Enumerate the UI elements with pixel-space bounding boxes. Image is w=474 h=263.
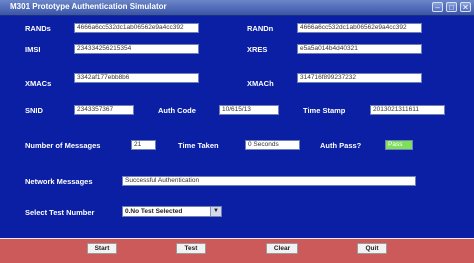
authcode-label: Auth Code: [158, 106, 196, 115]
network-messages-field[interactable]: Successful Authentication: [122, 176, 416, 186]
test-button[interactable]: Test: [176, 243, 206, 254]
window-title: M301 Prototype Authentication Simulator: [10, 2, 167, 11]
xmach-field[interactable]: 314716f899237232: [297, 73, 422, 83]
close-icon[interactable]: ✕: [460, 2, 471, 12]
nummsg-label: Number of Messages: [25, 141, 101, 150]
xres-label: XRES: [247, 45, 268, 54]
xmach-label: XMACh: [247, 79, 274, 88]
xres-field[interactable]: e5a5a014b4d40321: [297, 44, 422, 54]
test-number-select[interactable]: 0.No Test Selected ▼: [122, 206, 222, 217]
authpass-label: Auth Pass?: [320, 141, 362, 150]
xmacs-label: XMACs: [25, 79, 52, 88]
randn-field[interactable]: 4666a6cc532dc1ab06562e9a4cc392: [297, 23, 422, 33]
randn-label: RANDn: [247, 24, 274, 33]
timetaken-label: Time Taken: [178, 141, 219, 150]
snid-label: SNID: [25, 106, 43, 115]
authpass-indicator: Pass: [385, 140, 413, 150]
clear-button[interactable]: Clear: [266, 243, 298, 254]
button-bar: Start Test Clear Quit: [0, 238, 474, 263]
chevron-down-icon[interactable]: ▼: [210, 207, 221, 216]
xmacs-field[interactable]: 3342af177ebb8b6: [74, 73, 199, 83]
start-button[interactable]: Start: [87, 243, 117, 254]
test-number-value: 0.No Test Selected: [125, 208, 183, 215]
timestamp-label: Time Stamp: [303, 106, 346, 115]
netmsg-label: Network Messages: [25, 177, 93, 186]
quit-button[interactable]: Quit: [357, 243, 387, 254]
timestamp-field[interactable]: 2013021311611: [370, 105, 445, 115]
rands-label: RANDs: [25, 24, 51, 33]
rands-field[interactable]: 4666a6cc532dc1ab06562e9a4cc392: [74, 23, 199, 33]
authcode-field[interactable]: 10/615/13: [219, 105, 279, 115]
minimize-icon[interactable]: –: [432, 2, 443, 12]
imsi-label: IMSI: [25, 45, 41, 54]
snid-field[interactable]: 2343357367: [74, 105, 134, 115]
imsi-field[interactable]: 234334256215354: [74, 44, 199, 54]
testnum-label: Select Test Number: [25, 208, 95, 217]
maximize-icon[interactable]: □: [446, 2, 457, 12]
timetaken-field[interactable]: 0 Seconds: [245, 140, 300, 150]
title-bar: M301 Prototype Authentication Simulator …: [0, 0, 474, 16]
nummsg-field[interactable]: 21: [131, 140, 156, 150]
